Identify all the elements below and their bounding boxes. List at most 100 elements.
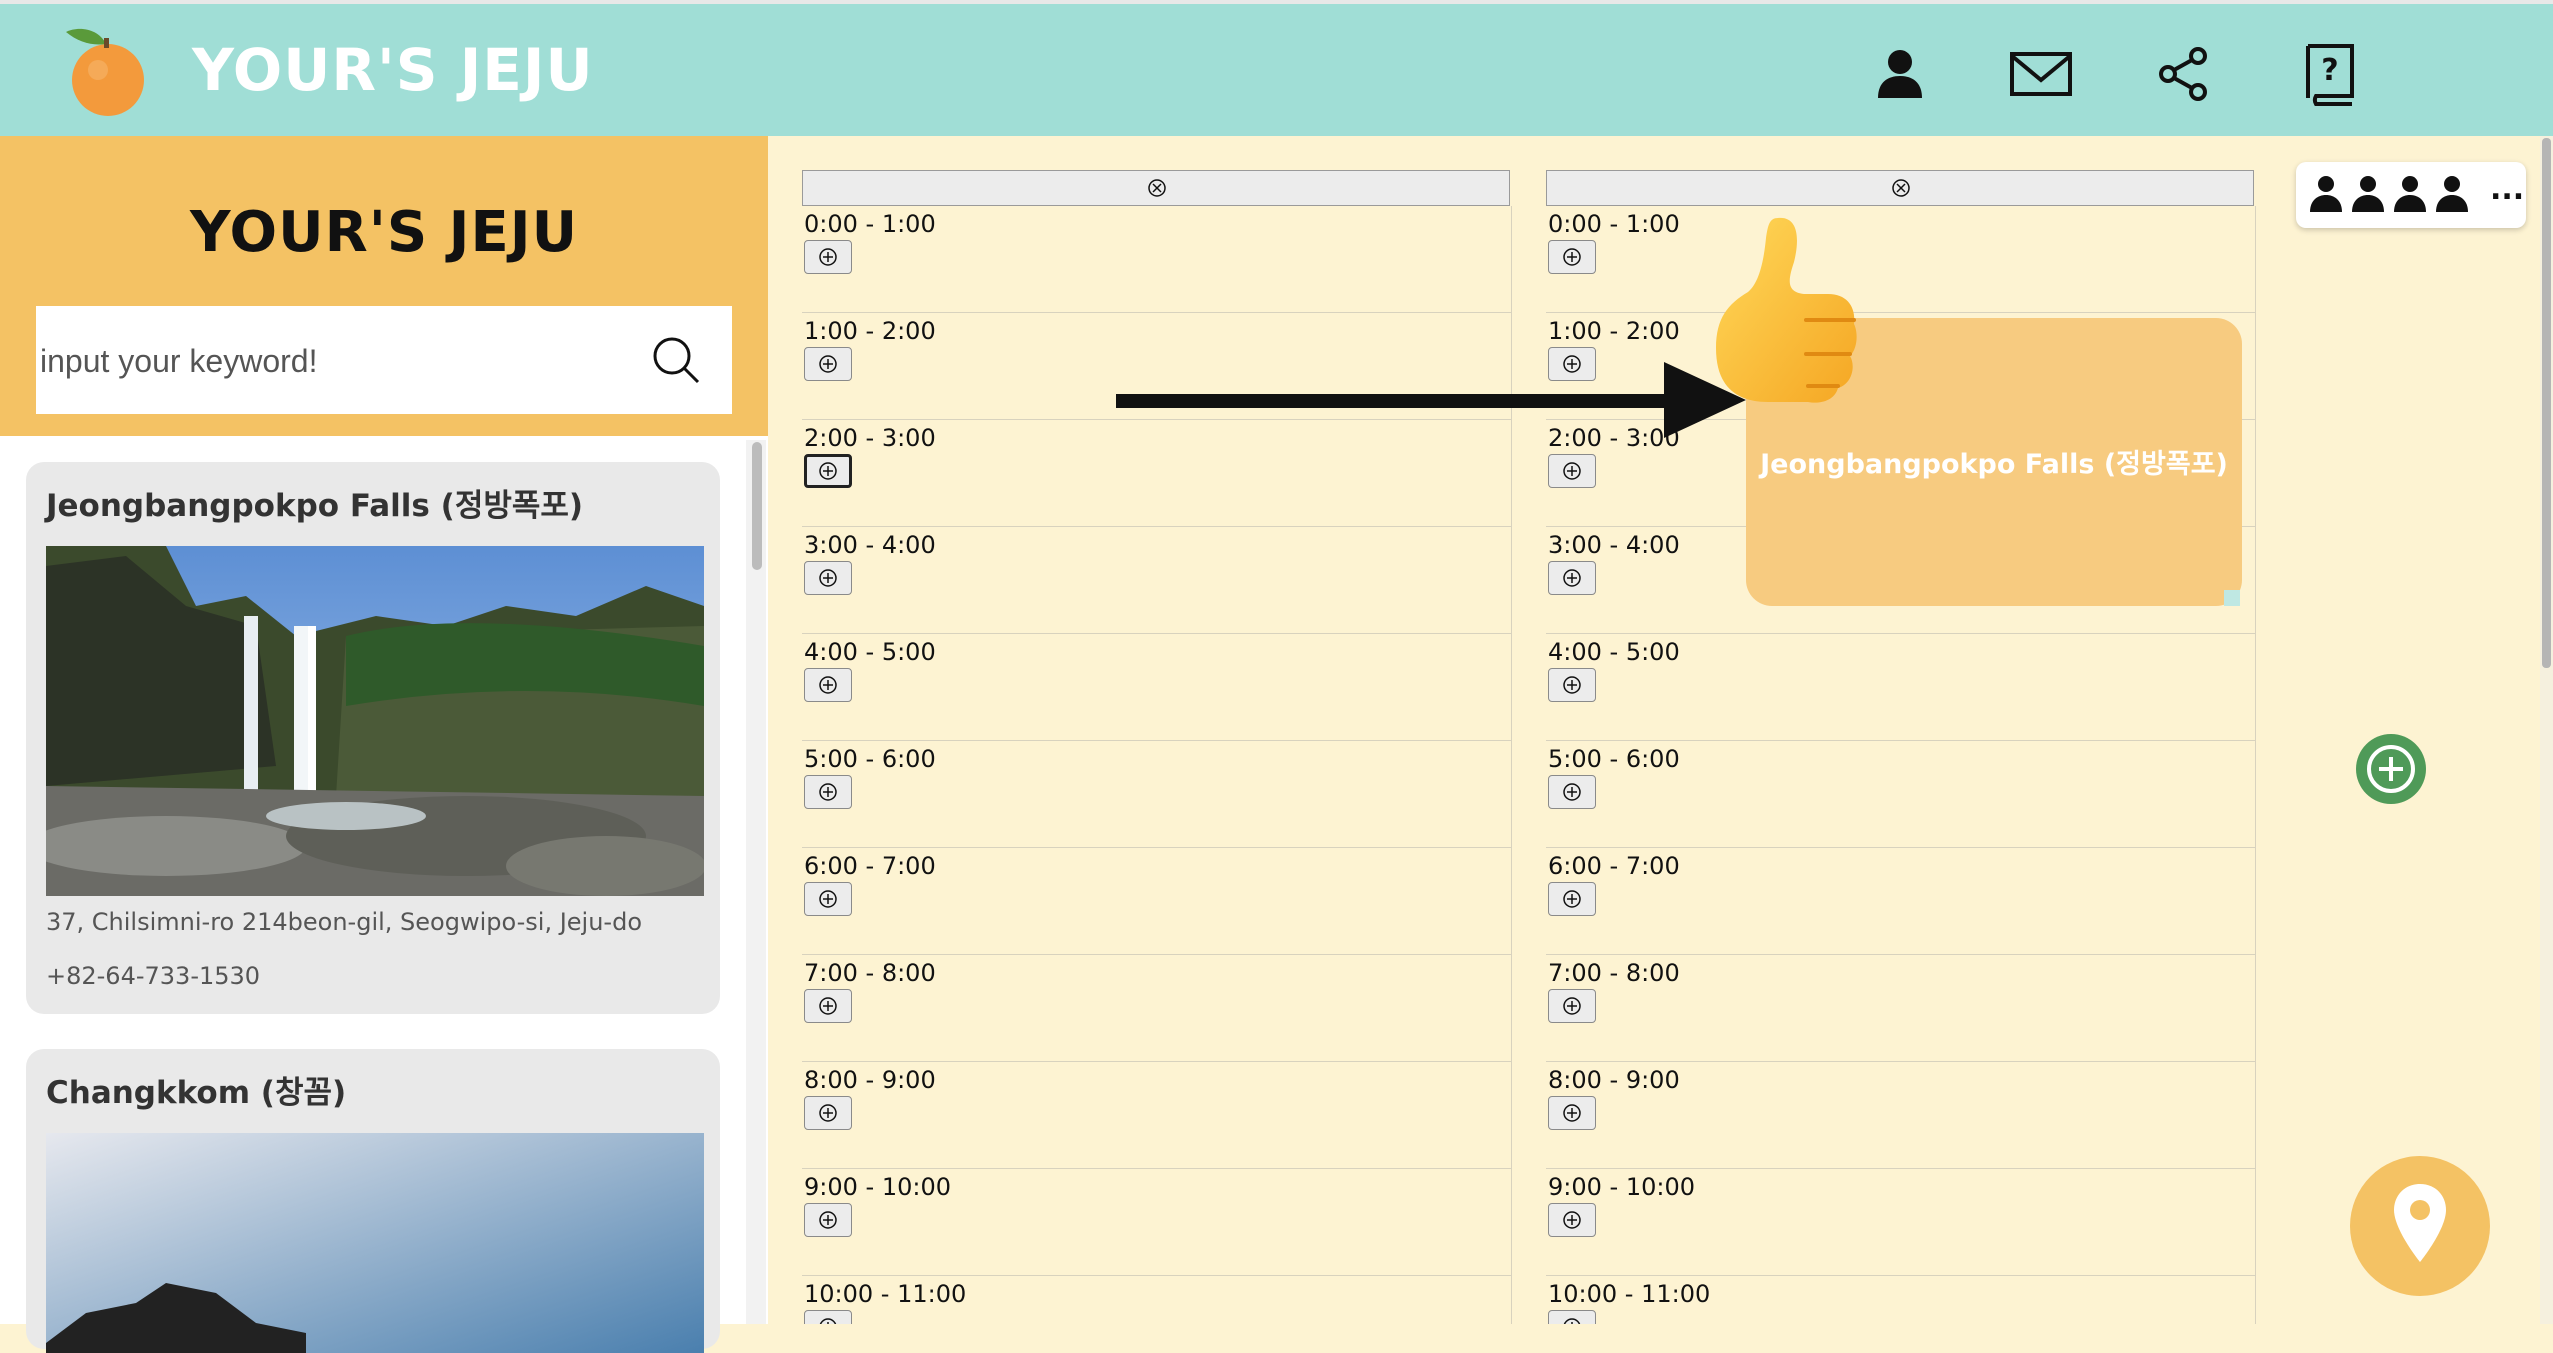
time-slot[interactable]: 9:00 - 10:00 (1546, 1169, 2256, 1276)
place-list-scroll-thumb[interactable] (752, 442, 762, 570)
add-slot-button[interactable] (1548, 1310, 1596, 1324)
add-slot-button[interactable] (1548, 775, 1596, 809)
tutorial-arrow-icon (1116, 362, 1746, 438)
add-slot-button[interactable] (1548, 1096, 1596, 1130)
plus-circle-icon (819, 1211, 837, 1229)
plus-circle-icon (1563, 1211, 1581, 1229)
plus-circle-icon (819, 1104, 837, 1122)
brand-title[interactable]: YOUR'S JEJU (192, 36, 594, 104)
member-icon (2352, 176, 2384, 212)
search-icon[interactable] (648, 332, 704, 388)
add-slot-button[interactable] (1548, 668, 1596, 702)
delete-column-button[interactable] (1546, 170, 2254, 206)
time-slot-label: 3:00 - 4:00 (804, 531, 936, 559)
add-slot-button[interactable] (1548, 240, 1596, 274)
close-circle-icon (1892, 179, 1910, 197)
plus-circle-icon (1563, 997, 1581, 1015)
add-slot-button[interactable] (1548, 561, 1596, 595)
more-members-label[interactable]: ... (2490, 172, 2524, 207)
plus-circle-icon (819, 676, 837, 694)
time-slot-label: 4:00 - 5:00 (804, 638, 936, 666)
user-icon[interactable] (1868, 42, 1932, 106)
time-slot[interactable]: 5:00 - 6:00 (802, 741, 1512, 848)
plus-circle-icon (1563, 1104, 1581, 1122)
time-slot-label: 8:00 - 9:00 (804, 1066, 936, 1094)
time-slot-label: 9:00 - 10:00 (1548, 1173, 1695, 1201)
place-address: 37, Chilsimni-ro 214beon-gil, Seogwipo-s… (46, 908, 643, 936)
help-book-icon[interactable]: ? (2298, 42, 2362, 106)
place-list-scrollbar[interactable] (746, 440, 766, 1324)
search-input[interactable] (38, 306, 642, 416)
add-slot-button[interactable] (804, 347, 852, 381)
time-slot[interactable]: 5:00 - 6:00 (1546, 741, 2256, 848)
time-slot[interactable]: 10:00 - 11:00 (802, 1276, 1512, 1324)
time-slot-label: 8:00 - 9:00 (1548, 1066, 1680, 1094)
plus-circle-icon (819, 783, 837, 801)
time-slot[interactable]: 7:00 - 8:00 (802, 955, 1512, 1062)
time-slot[interactable]: 6:00 - 7:00 (802, 848, 1512, 955)
time-slot[interactable]: 8:00 - 9:00 (802, 1062, 1512, 1169)
add-slot-button[interactable] (1548, 1203, 1596, 1237)
add-slot-button[interactable] (804, 989, 852, 1023)
add-slot-button[interactable] (1548, 454, 1596, 488)
add-column-button[interactable] (2356, 734, 2426, 804)
mail-icon[interactable] (2008, 42, 2074, 106)
time-slot[interactable]: 8:00 - 9:00 (1546, 1062, 2256, 1169)
member-icon (2310, 176, 2342, 212)
members-panel[interactable]: ... (2296, 162, 2526, 228)
time-slot-label: 10:00 - 11:00 (804, 1280, 967, 1308)
add-slot-button[interactable] (804, 240, 852, 274)
add-slot-button[interactable] (804, 775, 852, 809)
place-card[interactable]: Changkkom (창꼼) (26, 1049, 720, 1353)
map-pin-icon (2394, 1184, 2446, 1262)
plus-circle-icon (1563, 676, 1581, 694)
plus-circle-icon (1563, 783, 1581, 801)
time-slot-label: 1:00 - 2:00 (804, 317, 936, 345)
plus-circle-icon (819, 1318, 837, 1324)
plus-circle-icon (819, 355, 837, 373)
time-slot[interactable]: 7:00 - 8:00 (1546, 955, 2256, 1062)
time-slot[interactable]: 4:00 - 5:00 (1546, 634, 2256, 741)
tangerine-logo-icon[interactable] (58, 22, 154, 118)
plus-circle-icon (819, 569, 837, 587)
time-slot[interactable]: 9:00 - 10:00 (802, 1169, 1512, 1276)
add-slot-button[interactable] (804, 1310, 852, 1324)
time-slot-label: 4:00 - 5:00 (1548, 638, 1680, 666)
time-slot-label: 3:00 - 4:00 (1548, 531, 1680, 559)
waterfall-photo (46, 546, 704, 896)
delete-column-button[interactable] (802, 170, 1510, 206)
time-slot[interactable]: 4:00 - 5:00 (802, 634, 1512, 741)
close-circle-icon (1148, 179, 1166, 197)
add-slot-button[interactable] (804, 1096, 852, 1130)
plus-circle-icon (2367, 745, 2415, 793)
rock-sea-photo (46, 1133, 704, 1353)
time-slot-label: 7:00 - 8:00 (1548, 959, 1680, 987)
time-slot[interactable]: 10:00 - 11:00 (1546, 1276, 2256, 1324)
event-resize-handle[interactable] (2224, 590, 2240, 606)
add-slot-button[interactable] (1548, 989, 1596, 1023)
top-bar: YOUR'S JEJU ? (0, 0, 2553, 136)
place-phone: +82-64-733-1530 (46, 962, 261, 990)
add-slot-button[interactable] (804, 454, 852, 488)
place-card[interactable]: Jeongbangpokpo Falls (정방폭포) 37, Chilsimn… (26, 462, 720, 1014)
time-slot[interactable]: 6:00 - 7:00 (1546, 848, 2256, 955)
time-slot[interactable]: 0:00 - 1:00 (802, 206, 1512, 313)
time-slot-label: 6:00 - 7:00 (1548, 852, 1680, 880)
time-slot[interactable]: 0:00 - 1:00 (1546, 206, 2256, 313)
plus-circle-icon (1563, 569, 1581, 587)
share-icon[interactable] (2152, 42, 2216, 106)
time-slot-label: 0:00 - 1:00 (804, 210, 936, 238)
add-slot-button[interactable] (804, 1203, 852, 1237)
page-scroll-thumb[interactable] (2542, 138, 2551, 668)
map-button[interactable] (2350, 1156, 2490, 1296)
svg-text:?: ? (2321, 53, 2338, 88)
plus-circle-icon (819, 890, 837, 908)
place-name: Changkkom (창꼼) (46, 1075, 347, 1111)
time-slot-label: 6:00 - 7:00 (804, 852, 936, 880)
time-slot[interactable]: 3:00 - 4:00 (802, 527, 1512, 634)
plus-circle-icon (1563, 248, 1581, 266)
add-slot-button[interactable] (804, 668, 852, 702)
add-slot-button[interactable] (804, 561, 852, 595)
add-slot-button[interactable] (1548, 882, 1596, 916)
add-slot-button[interactable] (804, 882, 852, 916)
